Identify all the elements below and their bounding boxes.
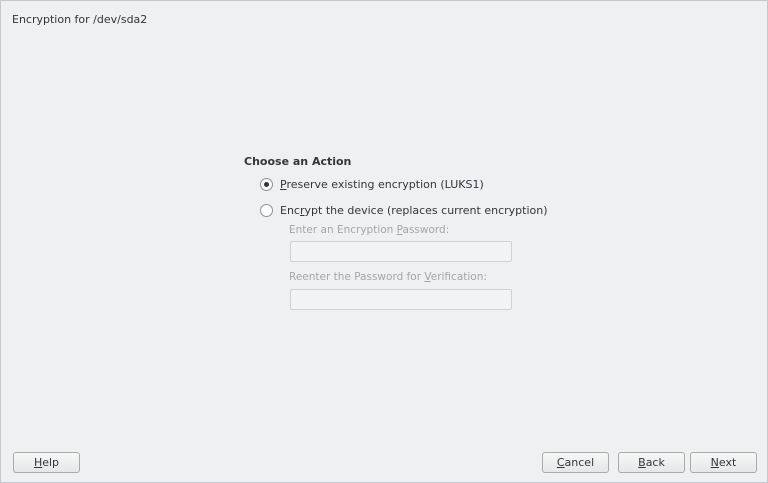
verify-password-input[interactable] xyxy=(290,289,512,310)
verify-password-label: Reenter the Password for Verification: xyxy=(289,271,487,283)
preserve-encryption-radio[interactable] xyxy=(260,177,273,191)
encrypt-device-radio[interactable] xyxy=(260,203,273,217)
next-button[interactable]: Next xyxy=(690,452,757,473)
cancel-button[interactable]: Cancel xyxy=(542,452,609,473)
encryption-dialog: Encryption for /dev/sda2 Choose an Actio… xyxy=(0,0,768,483)
back-button[interactable]: Back xyxy=(618,452,685,473)
preserve-encryption-option[interactable]: Preserve existing encryption (LUKS1) xyxy=(260,175,484,193)
action-group-title: Choose an Action xyxy=(244,155,352,168)
preserve-encryption-label[interactable]: Preserve existing encryption (LUKS1) xyxy=(280,178,484,191)
help-button[interactable]: Help xyxy=(13,452,80,473)
encrypt-device-label[interactable]: Encrypt the device (replaces current enc… xyxy=(280,204,548,217)
encrypt-device-option[interactable]: Encrypt the device (replaces current enc… xyxy=(260,201,548,219)
dialog-title: Encryption for /dev/sda2 xyxy=(12,13,148,26)
password-label: Enter an Encryption Password: xyxy=(289,224,450,236)
password-input[interactable] xyxy=(290,241,512,262)
